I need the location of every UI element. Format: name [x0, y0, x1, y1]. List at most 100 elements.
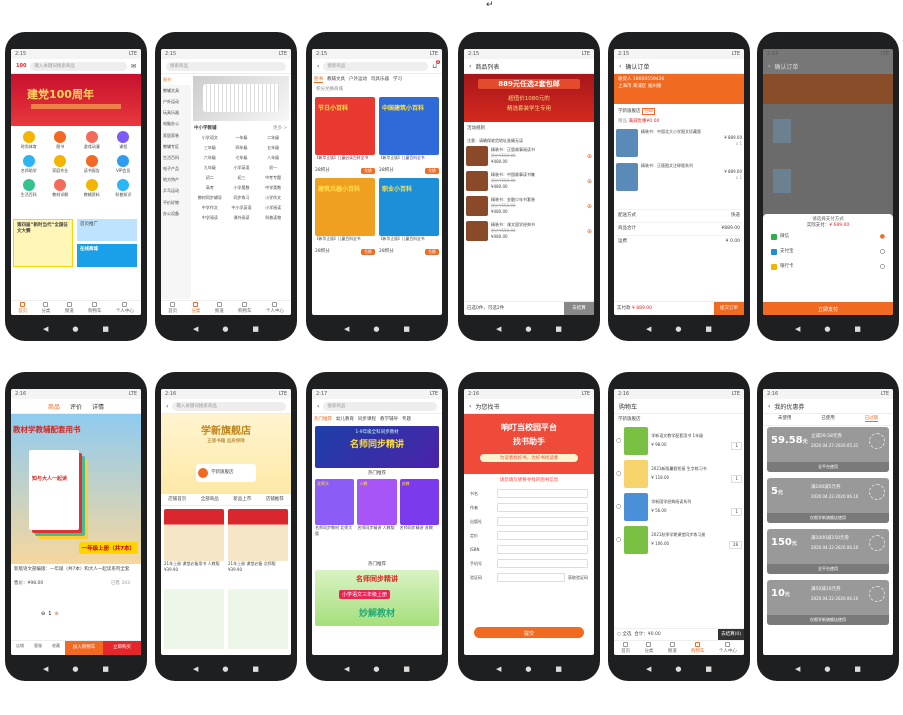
subcategory-item[interactable]: 九年级 [194, 165, 226, 171]
radio-icon[interactable]: ● [880, 233, 885, 240]
tab-1[interactable]: 教辅文具 [327, 76, 345, 83]
subcategory-item[interactable]: 中学奥数 [257, 185, 289, 191]
tab-2[interactable]: 详情 [92, 402, 104, 411]
category-item[interactable]: 地方特产 [161, 175, 191, 186]
back-icon[interactable]: ‹ [469, 63, 471, 70]
subcategory-item[interactable]: 四年级 [226, 145, 258, 151]
subcategory-item[interactable]: 小学语文 [194, 135, 226, 141]
shortcut-item[interactable]: 科普知识 [108, 179, 140, 198]
tab-4[interactable]: 个人中心 [719, 641, 737, 655]
shortcut-item[interactable]: 时尚体育 [13, 131, 45, 150]
tab-4[interactable]: 个人中心 [116, 301, 134, 315]
tab-3[interactable]: 购物车 [691, 641, 705, 655]
back-icon[interactable]: ‹ [317, 403, 319, 410]
tab-1[interactable]: 分类 [644, 641, 653, 655]
tab-2[interactable]: 同步课程 [358, 416, 376, 422]
promo-banner[interactable]: 889元任选2套包邮 超值价1080元的 精选套装学生专用 [464, 74, 594, 122]
category-item[interactable]: 乒乓运动 [161, 186, 191, 197]
quantity-stepper[interactable]: 28 [728, 540, 742, 549]
item-checkbox[interactable]: ○ [616, 504, 621, 510]
product-card[interactable]: 北师大 名师同步教材 北师大版 [315, 479, 355, 537]
add-icon[interactable]: ⊕ [587, 153, 592, 160]
category-item[interactable]: 平价好物 [161, 197, 191, 208]
subcategory-item[interactable]: 教材同步辅导 [194, 195, 226, 201]
search-input[interactable]: 输入关键词搜索商品 [30, 61, 127, 71]
subcategory-item[interactable]: 五年级 [257, 145, 289, 151]
message-icon[interactable]: ✉ [131, 63, 136, 70]
home-banner[interactable]: 建党100周年 [11, 74, 141, 126]
category-item[interactable]: 图书 [161, 74, 191, 86]
category-item[interactable]: 办公设备 [161, 208, 191, 219]
shortcut-item[interactable]: 游戏动漫 [76, 131, 108, 150]
subcategory-item[interactable]: 八年级 [257, 155, 289, 161]
quantity-stepper[interactable]: 1 [731, 441, 742, 450]
footer-icon-item[interactable]: 店铺 [11, 641, 29, 655]
footer-icon-item[interactable]: 收藏 [47, 641, 65, 655]
tab-1[interactable]: 幼儿教育 [336, 416, 354, 422]
product-card[interactable]: 21年上册 课堂必备 北师版 ¥39.90 [228, 509, 288, 573]
redeem-button[interactable]: 兑换 [361, 249, 375, 255]
pay-now-button[interactable]: 立即支付 [763, 302, 893, 315]
item-checkbox[interactable]: ○ [616, 537, 621, 543]
subcategory-item[interactable]: 初一 [257, 165, 289, 171]
subcategory-item[interactable]: 中学阅读 [194, 215, 226, 221]
redeem-button[interactable]: 兑换 [425, 249, 439, 255]
text-input[interactable] [497, 489, 588, 498]
subcategory-item[interactable]: 高考 [194, 185, 226, 191]
back-icon[interactable]: ‹ [768, 403, 770, 410]
buy-now-button[interactable]: 立即购买 [103, 641, 141, 655]
product-gallery[interactable]: 教材学教辅配套用书 知与大人一起读 一年级上册（共7本） [11, 414, 141, 564]
quantity-stepper[interactable]: ⊖ 1 ⊕ [41, 611, 59, 617]
subcategory-item[interactable]: 中考专题 [257, 175, 289, 181]
tab-3[interactable]: 玩具乐器 [371, 76, 389, 83]
subcategory-item[interactable]: 中学作文 [194, 205, 226, 211]
tab-1[interactable]: 全部商品 [201, 496, 219, 502]
text-input[interactable] [497, 573, 565, 582]
tab-0[interactable]: 首页 [621, 641, 630, 655]
text-input[interactable] [497, 517, 588, 526]
subcategory-item[interactable]: 三年级 [194, 145, 226, 151]
tab-4[interactable]: 学习 [393, 76, 402, 83]
checkout-button[interactable]: 去结算(0) [718, 628, 744, 641]
category-item[interactable]: 玩具乐器 [161, 108, 191, 119]
product-card[interactable]: 21年上册 课堂必备用书 人教版 ¥39.90 [164, 509, 224, 573]
text-input[interactable] [497, 531, 588, 540]
shortcut-item[interactable]: 读书报告 [76, 155, 108, 174]
back-icon[interactable]: ‹ [166, 403, 168, 410]
tab-1[interactable]: 评价 [70, 402, 82, 411]
add-icon[interactable]: ⊕ [587, 228, 592, 235]
tab-4[interactable]: 专题 [402, 416, 411, 422]
logo-icon[interactable]: 100 [16, 63, 26, 69]
subcategory-item[interactable]: 小学作文 [257, 195, 289, 201]
subcategory-item[interactable]: 六年级 [194, 155, 226, 161]
subcategory-item[interactable]: 小学阅读 [257, 205, 289, 211]
product-card[interactable]: 职业小百科 【新华正版】儿童百科全书 28积分 兑换 [379, 178, 439, 255]
promo-card[interactable]: 第四届“新时当代”全国征文大赛 [13, 219, 73, 267]
tab-2[interactable]: 已过期 [864, 415, 879, 422]
redeem-button[interactable]: 兑换 [361, 168, 375, 174]
back-icon[interactable]: ‹ [768, 63, 770, 70]
redeem-button[interactable]: 兑换 [425, 168, 439, 174]
checkout-button[interactable]: 去结算 [564, 302, 594, 315]
search-input[interactable]: 搜索商品 [323, 61, 429, 71]
search-input[interactable]: 搜索商品 [166, 61, 286, 71]
text-input[interactable] [497, 559, 588, 568]
address-card[interactable]: 收货人 18600559426 上海市 黄浦区 福州路 [614, 74, 744, 104]
radio-icon[interactable]: ○ [880, 263, 885, 270]
promo-banner[interactable]: 名师同步精讲 小学语文三年级上册 妙解教材 [315, 570, 439, 626]
tab-1[interactable]: 分类 [41, 301, 50, 315]
subcategory-item[interactable]: 初三 [226, 175, 258, 181]
tab-0[interactable]: 店铺首页 [168, 496, 186, 502]
more-link[interactable]: 更多 > [273, 126, 287, 132]
product-card[interactable]: 建筑兵器小百科 【新华正版】儿童百科全书 28积分 兑换 [315, 178, 375, 255]
tab-2[interactable]: 频道 [215, 301, 224, 315]
promo-card[interactable]: 在线商城 [77, 244, 137, 267]
tab-3[interactable]: 教学辅导 [380, 416, 398, 422]
product-row[interactable]: 精装书：课文国学经典书 原价¥550.00 ¥480.00 ⊕ [466, 221, 592, 241]
subcategory-item[interactable]: 中小学英语 [226, 205, 258, 211]
item-checkbox[interactable]: ○ [616, 438, 621, 444]
subcategory-item[interactable]: 小学英语 [226, 165, 258, 171]
product-row[interactable]: 精装书：金融少年书套装 原价¥550.00 ¥480.00 ⊕ [466, 196, 592, 216]
shortcut-item[interactable]: 家庭作业 [45, 155, 77, 174]
category-banner[interactable] [193, 76, 289, 121]
